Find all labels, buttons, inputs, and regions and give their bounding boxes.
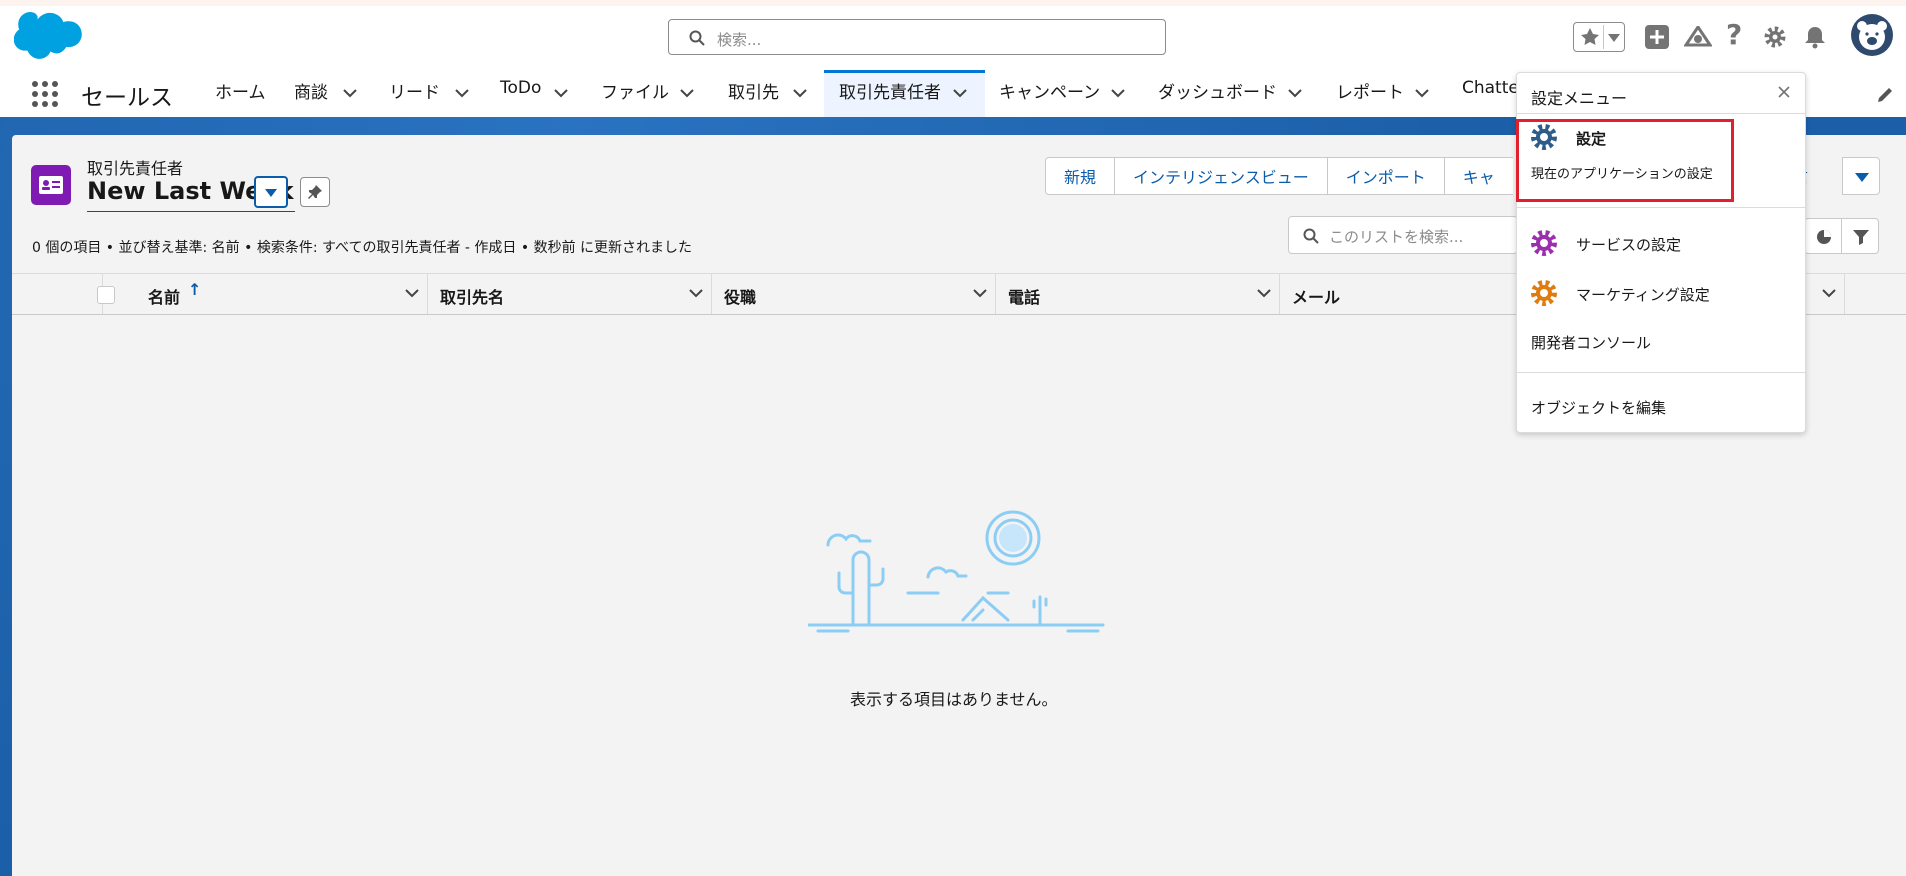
chevron-down-icon[interactable]: [1257, 289, 1271, 298]
chevron-down-icon[interactable]: [689, 289, 703, 298]
list-search-input[interactable]: このリストを検索...: [1288, 216, 1518, 254]
star-icon: [1581, 28, 1599, 45]
chevron-down-icon: [1855, 173, 1869, 182]
gear-icon: [1531, 280, 1557, 306]
charts-button[interactable]: [1804, 218, 1842, 254]
chevron-down-icon[interactable]: [793, 89, 807, 98]
chevron-down-icon[interactable]: [953, 89, 967, 98]
import-button[interactable]: インポート: [1326, 157, 1445, 195]
nav-item[interactable]: リード: [389, 78, 440, 103]
list-actions-group: 新規 インテリジェンスビュー インポート キャ: [1045, 157, 1513, 195]
empty-state-message: 表示する項目はありません。: [850, 690, 1058, 709]
new-button[interactable]: 新規: [1045, 157, 1116, 195]
help-icon[interactable]: ?: [1726, 18, 1742, 51]
select-all-checkbox[interactable]: [97, 286, 115, 304]
chevron-down-icon[interactable]: [405, 289, 419, 298]
top-border: [0, 0, 1906, 6]
pin-list-button[interactable]: [300, 177, 330, 207]
search-icon: [1303, 228, 1319, 244]
chevron-down-icon[interactable]: [554, 89, 568, 98]
gear-icon: [1531, 230, 1557, 256]
search-placeholder: 検索...: [717, 31, 762, 49]
column-header-title[interactable]: 役職: [712, 274, 996, 314]
nav-item[interactable]: 取引先: [728, 78, 779, 103]
contact-object-icon: [31, 165, 71, 205]
divider: [1517, 113, 1805, 114]
column-header-account[interactable]: 取引先名: [428, 274, 712, 314]
campaign-button[interactable]: キャ: [1443, 157, 1513, 195]
edit-nav-pencil-icon[interactable]: [1876, 86, 1894, 104]
setup-menu-item-developer-console[interactable]: 開発者コンソール: [1531, 332, 1651, 353]
chevron-down-icon: [1608, 34, 1620, 42]
setup-menu-item-edit-object[interactable]: オブジェクトを編集: [1531, 397, 1666, 418]
trailhead-icon[interactable]: [1684, 26, 1712, 48]
list-search-placeholder: このリストを検索...: [1329, 228, 1464, 246]
nav-item[interactable]: 取引先責任者: [839, 78, 941, 103]
global-search-input[interactable]: 検索...: [668, 19, 1166, 55]
setup-menu-title: 設定メニュー: [1531, 89, 1628, 108]
setup-menu-item-marketing[interactable]: マーケティング設定: [1516, 276, 1804, 310]
list-name-underline: [87, 211, 295, 212]
filter-icon: [1853, 230, 1869, 245]
nav-item[interactable]: 商談: [294, 78, 328, 103]
avatar[interactable]: [1851, 14, 1893, 56]
nav-item[interactable]: ファイル: [601, 78, 669, 103]
divider: [1517, 372, 1805, 373]
list-status-text: 0 個の項目 • 並び替え基準: 名前 • 検索条件: すべての取引先責任者 -…: [32, 240, 693, 256]
column-header-name[interactable]: 名前 ↑: [103, 274, 428, 314]
nav-item[interactable]: ホーム: [215, 78, 266, 103]
pin-icon: [308, 185, 322, 199]
close-icon[interactable]: [1778, 86, 1790, 98]
app-launcher-icon[interactable]: [32, 81, 58, 107]
checkbox-column-header: [12, 274, 103, 314]
nav-item[interactable]: キャンペーン: [999, 78, 1100, 103]
empty-desert-illustration: [808, 510, 1105, 633]
gear-icon[interactable]: [1763, 25, 1787, 49]
chevron-down-icon[interactable]: [1288, 89, 1302, 98]
chevron-down-icon: [265, 189, 277, 197]
chevron-down-icon[interactable]: [343, 89, 357, 98]
chevron-down-icon[interactable]: [1111, 89, 1125, 98]
chevron-down-icon[interactable]: [1822, 289, 1836, 298]
setup-menu-item-service[interactable]: サービスの設定: [1516, 226, 1804, 260]
chevron-down-icon[interactable]: [680, 89, 694, 98]
chevron-down-icon[interactable]: [973, 289, 987, 298]
search-icon: [689, 30, 705, 46]
chevron-down-icon[interactable]: [455, 89, 469, 98]
nav-item[interactable]: ToDo: [500, 78, 541, 98]
app-name: セールス: [81, 85, 173, 111]
favorites-button[interactable]: [1573, 22, 1625, 52]
nav-item[interactable]: レポート: [1336, 78, 1404, 103]
column-header-phone[interactable]: 電話: [996, 274, 1280, 314]
more-actions-button[interactable]: [1842, 157, 1880, 195]
add-icon[interactable]: [1645, 25, 1669, 49]
chart-icon: [1817, 230, 1831, 244]
intelligence-view-button[interactable]: インテリジェンスビュー: [1114, 157, 1328, 195]
list-view-picker-button[interactable]: [254, 176, 288, 208]
nav-item[interactable]: ダッシュボード: [1158, 78, 1277, 103]
bell-icon[interactable]: [1804, 25, 1826, 49]
salesforce-cloud-logo[interactable]: [13, 12, 88, 66]
divider: [1517, 207, 1805, 208]
highlight-box: [1516, 119, 1734, 202]
chevron-down-icon[interactable]: [1415, 89, 1429, 98]
object-label: 取引先責任者: [87, 159, 184, 178]
filter-button[interactable]: [1841, 218, 1879, 254]
sort-ascending-icon: ↑: [188, 280, 202, 299]
